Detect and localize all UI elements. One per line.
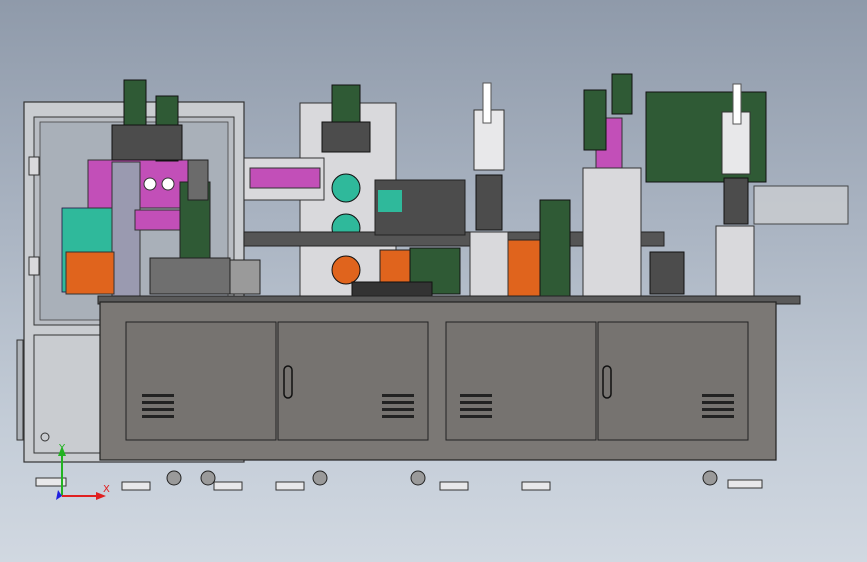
cad-viewport[interactable]: Y X — [0, 0, 867, 562]
coordinate-triad: Y X — [56, 443, 110, 500]
x-axis-label: X — [103, 484, 110, 495]
y-axis-label: Y — [58, 443, 66, 454]
